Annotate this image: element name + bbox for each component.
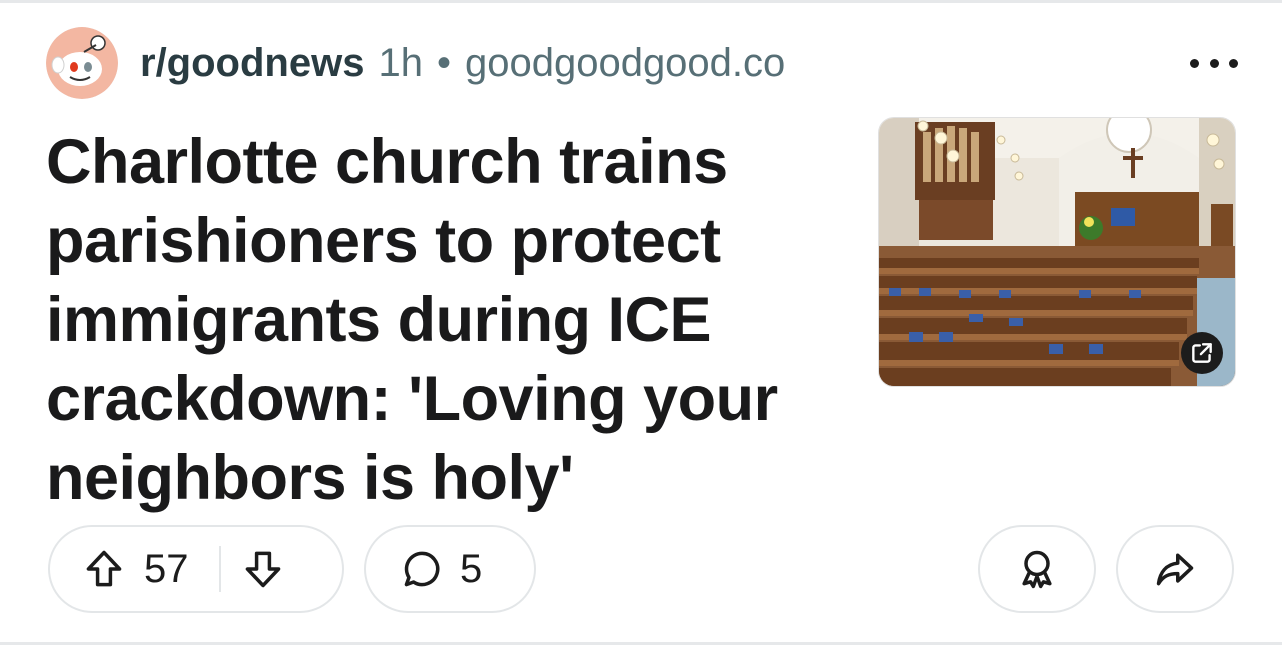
vote-bar: 57 [48,525,344,613]
comments-button[interactable]: 5 [364,525,536,613]
link-thumbnail[interactable] [878,117,1236,387]
link-domain[interactable]: goodgoodgood.co [465,41,785,86]
share-arrow-icon [1153,547,1197,591]
post-title[interactable]: Charlotte church trains parishioners to … [46,123,826,518]
post-card[interactable]: r/goodnews 1h • goodgoodgood.co Charlott… [0,0,1282,645]
award-button[interactable] [978,525,1096,613]
external-link-icon[interactable] [1181,332,1223,374]
comment-bubble-icon [400,547,444,591]
vote-divider [218,546,221,592]
upvote-arrow-icon[interactable] [82,547,126,591]
more-dot [1190,58,1199,68]
vote-count: 57 [144,546,189,591]
more-dot [1229,58,1238,68]
award-icon [1015,547,1059,591]
post-header: r/goodnews 1h • goodgoodgood.co [46,25,785,101]
share-button[interactable] [1116,525,1234,613]
meta-separator: • [436,40,451,85]
more-dot [1209,58,1219,68]
subreddit-avatar-icon[interactable] [46,27,118,99]
more-options-icon[interactable] [1190,43,1238,83]
downvote-arrow-icon[interactable] [241,547,285,591]
post-age: 1h [378,40,423,85]
comment-count: 5 [460,546,483,591]
subreddit-name[interactable]: r/goodnews [140,41,364,86]
post-meta: r/goodnews 1h • goodgoodgood.co [140,41,785,86]
